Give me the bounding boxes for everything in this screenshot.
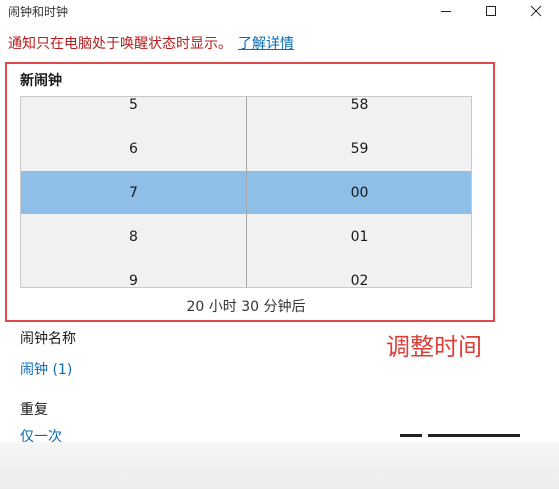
minimize-icon [441, 11, 451, 12]
hour-option[interactable]: 6 [21, 127, 246, 171]
repeat-label: 重复 [20, 402, 48, 418]
hour-option[interactable]: 5 [21, 97, 246, 127]
time-picker[interactable]: 5 6 7 8 9 58 59 00 01 02 [20, 96, 472, 288]
new-alarm-title: 新闹钟 [20, 73, 62, 89]
minimize-button[interactable] [428, 0, 464, 22]
close-icon [530, 5, 542, 17]
maximize-button[interactable] [473, 0, 509, 22]
minute-option[interactable]: 59 [247, 127, 471, 171]
hour-option[interactable]: 9 [21, 259, 246, 287]
decorative-stroke [400, 434, 422, 437]
hour-option[interactable]: 8 [21, 215, 246, 259]
alarm-name-value[interactable]: 闹钟 (1) [20, 359, 72, 379]
wake-notice: 通知只在电脑处于唤醒状态时显示。 了解详情 [8, 33, 294, 53]
window-title: 闹钟和时钟 [8, 5, 69, 19]
learn-more-link[interactable]: 了解详情 [238, 36, 294, 52]
close-button[interactable] [518, 0, 554, 22]
minute-option[interactable]: 02 [247, 259, 471, 287]
bottom-fade [0, 442, 559, 489]
minute-option-selected[interactable]: 00 [247, 171, 471, 215]
minute-option[interactable]: 01 [247, 215, 471, 259]
adjust-time-annotation: 调整时间 [386, 333, 482, 361]
hour-column[interactable]: 5 6 7 8 9 [21, 97, 246, 287]
minute-column[interactable]: 58 59 00 01 02 [247, 97, 471, 287]
minute-option[interactable]: 58 [247, 97, 471, 127]
hour-option-selected[interactable]: 7 [21, 171, 246, 215]
title-bar: 闹钟和时钟 [0, 0, 559, 22]
alarm-name-label: 闹钟名称 [20, 331, 76, 347]
maximize-icon [486, 6, 496, 16]
decorative-stroke [428, 434, 520, 437]
countdown-text: 20 小时 30 分钟后 [186, 299, 306, 315]
wake-warning-text: 通知只在电脑处于唤醒状态时显示。 [8, 36, 232, 52]
